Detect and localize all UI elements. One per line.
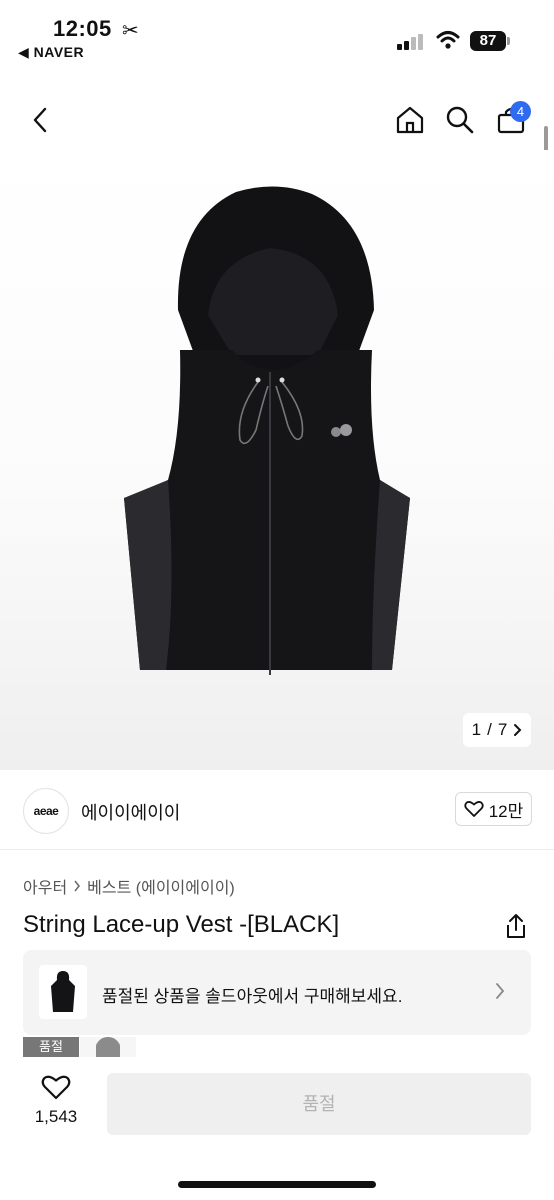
- share-icon: [507, 914, 525, 938]
- breadcrumb: 아우터 베스트 (에이이에이이): [23, 874, 235, 898]
- brand-like-count: 12만: [488, 801, 524, 821]
- heart-icon: [464, 801, 484, 817]
- heart-icon: [41, 1075, 71, 1100]
- product-image-carousel[interactable]: [0, 150, 554, 770]
- home-indicator: [178, 1181, 376, 1188]
- back-button[interactable]: [18, 96, 62, 144]
- battery-level: 87: [470, 31, 506, 51]
- option-thumb-grey[interactable]: [80, 1037, 136, 1057]
- image-counter-total: 7: [497, 720, 508, 739]
- image-counter[interactable]: 1 / 7: [463, 713, 531, 747]
- chevron-right-icon: [496, 983, 505, 999]
- option-soldout-label: 품절: [39, 1039, 63, 1054]
- brand-logo[interactable]: aeae: [23, 788, 69, 834]
- image-counter-current: 1: [471, 720, 482, 739]
- wishlist-count: 1,543: [34, 1107, 78, 1126]
- breadcrumb-subcategory[interactable]: 베스트 (에이이에이이): [87, 874, 235, 898]
- search-icon: [446, 106, 474, 134]
- option-thumb-black[interactable]: 품절: [23, 1037, 79, 1057]
- back-to-app-link[interactable]: ◀ NAVER: [18, 44, 84, 61]
- scissor-icon: ✂: [122, 20, 139, 42]
- product-title: String Lace-up Vest -[BLACK]: [23, 911, 340, 938]
- status-time: 12:05: [53, 16, 112, 41]
- image-counter-separator: /: [487, 720, 492, 739]
- product-image-vest: [124, 186, 410, 675]
- top-nav-bar: [0, 96, 554, 146]
- home-icon: [396, 106, 424, 134]
- chevron-right-icon: [74, 880, 81, 892]
- battery-cap: [507, 37, 510, 45]
- vest-thumbnail-image: [51, 971, 75, 1012]
- buy-button-disabled[interactable]: 품절: [107, 1073, 531, 1135]
- status-bar: 12:05 ✂ ◀ NAVER 87: [0, 0, 554, 70]
- search-button[interactable]: [438, 96, 482, 144]
- brand-row: aeae 에이이에이이 12만: [0, 772, 554, 850]
- chevron-left-icon: [33, 107, 47, 133]
- vest-thumbnail-image: [96, 1037, 120, 1057]
- soldout-banner[interactable]: 품절된 상품을 솔드아웃에서 구매해보세요.: [23, 950, 531, 1035]
- cart-count-badge: 4: [510, 101, 531, 122]
- wishlist-button[interactable]: 1,543: [30, 1074, 82, 1134]
- brand-name[interactable]: 에이이에이이: [81, 799, 180, 825]
- brand-like-button[interactable]: 12만: [455, 792, 532, 826]
- soldout-thumbnail: [39, 965, 87, 1019]
- signal-icon: [397, 34, 423, 50]
- soldout-banner-text: 품절된 상품을 솔드아웃에서 구매해보세요.: [102, 987, 403, 1006]
- home-button[interactable]: [388, 96, 432, 144]
- share-button[interactable]: [504, 913, 528, 944]
- chevron-right-icon: [514, 724, 522, 736]
- wifi-icon: [436, 31, 460, 49]
- breadcrumb-category[interactable]: 아우터: [23, 874, 67, 898]
